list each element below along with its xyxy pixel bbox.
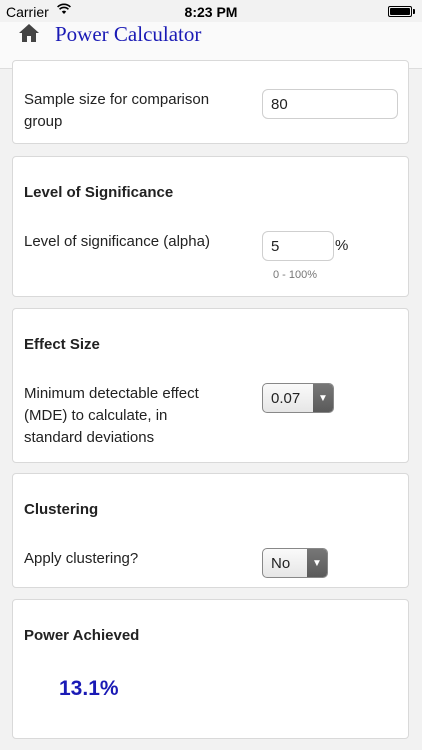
significance-label: Level of significance (alpha) xyxy=(24,233,210,250)
page-title: Power Calculator xyxy=(55,22,202,46)
sample-size-card: Sample size for comparison group 80 xyxy=(12,60,409,144)
significance-title: Level of Significance xyxy=(24,184,174,201)
battery-icon xyxy=(388,6,415,17)
mde-label: Minimum detectable effect (MDE) to calcu… xyxy=(24,383,199,449)
alpha-input[interactable]: 5 xyxy=(262,231,334,261)
clustering-selected-value: No xyxy=(271,554,291,572)
percent-unit: % xyxy=(335,237,349,254)
sample-size-value: 80 xyxy=(271,95,288,113)
mde-label-line: standard deviations xyxy=(24,429,155,446)
power-title: Power Achieved xyxy=(24,627,140,644)
clock: 8:23 PM xyxy=(184,4,238,20)
power-card: Power Achieved 13.1% xyxy=(12,599,409,739)
clustering-card: Clustering Apply clustering? No ▼ xyxy=(12,473,409,588)
clustering-label: Apply clustering? xyxy=(24,550,139,567)
mde-label-line: Minimum detectable effect xyxy=(24,385,199,402)
clustering-select[interactable]: No ▼ xyxy=(262,548,328,578)
sample-size-input[interactable]: 80 xyxy=(262,89,398,119)
alpha-range-hint: 0 - 100% xyxy=(273,269,318,281)
clustering-title: Clustering xyxy=(24,501,99,518)
mde-selected-value: 0.07 xyxy=(271,389,301,407)
alpha-value: 5 xyxy=(271,237,280,255)
effect-size-card: Effect Size Minimum detectable effect (M… xyxy=(12,308,409,463)
home-icon[interactable] xyxy=(18,22,40,44)
sample-size-label: Sample size for comparison group xyxy=(24,91,210,130)
dropdown-arrow-icon: ▼ xyxy=(307,549,327,577)
effect-size-title: Effect Size xyxy=(24,336,100,353)
mde-label-line: (MDE) to calculate, in xyxy=(24,407,168,424)
significance-card: Level of Significance Level of significa… xyxy=(12,156,409,297)
power-value: 13.1% xyxy=(59,677,119,700)
dropdown-arrow-icon: ▼ xyxy=(313,384,333,412)
status-bar: Carrier 8:23 PM xyxy=(0,0,422,22)
mde-select[interactable]: 0.07 ▼ xyxy=(262,383,334,413)
